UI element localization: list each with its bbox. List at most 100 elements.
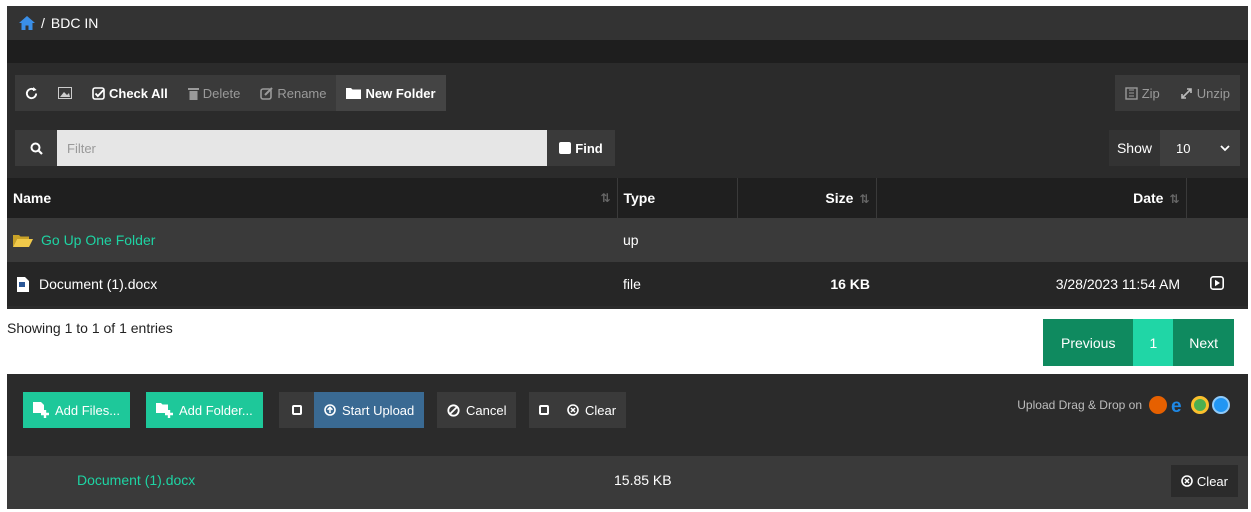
clear-upload-button[interactable]: Clear — [529, 392, 627, 428]
column-header-actions — [1186, 178, 1248, 218]
cell-type: up — [617, 218, 737, 262]
check-all-label: Check All — [109, 85, 168, 101]
find-toggle[interactable]: Find — [547, 130, 615, 166]
clear-queue-label: Clear — [1196, 473, 1228, 489]
cell-size — [737, 218, 876, 262]
zip-label: Zip — [1141, 85, 1160, 101]
sort-icon: ⇅ — [1169, 192, 1180, 206]
archive-toolbar: Zip Unzip — [1114, 75, 1240, 111]
refresh-icon — [25, 86, 38, 100]
column-header-type: Type — [617, 178, 738, 218]
check-all-button[interactable]: Check All — [82, 75, 178, 111]
unzip-button[interactable]: Unzip — [1170, 75, 1240, 111]
entries-info: Showing 1 to 1 of 1 entries — [7, 320, 173, 336]
play-icon[interactable] — [1210, 275, 1224, 290]
show-label: Show — [1108, 130, 1160, 166]
file-table: Name ⇅ Type Size ⇅ Date ⇅ Go Up One Fold… — [7, 178, 1248, 306]
word-document-icon — [17, 276, 29, 292]
column-header-name[interactable]: Name ⇅ — [7, 178, 618, 218]
file-manager-panel: Check All Delete Rename New Folder Zip U… — [7, 63, 1248, 309]
folder-icon — [346, 87, 362, 99]
cell-actions — [1186, 262, 1248, 306]
unzip-label: Unzip — [1196, 85, 1230, 101]
table-row[interactable]: Document (1).docx file 16 KB 3/28/2023 1… — [7, 262, 1248, 306]
clear-queue-item-button[interactable]: Clear — [1170, 465, 1238, 497]
toolbar: Check All Delete Rename New Folder — [15, 75, 446, 111]
next-page-button[interactable]: Next — [1173, 319, 1235, 366]
chevron-down-icon — [1220, 144, 1230, 152]
trash-icon — [187, 87, 199, 100]
thumbnail-view-button[interactable] — [48, 75, 82, 111]
add-files-button[interactable]: Add Files... — [23, 392, 131, 428]
delete-label: Delete — [202, 85, 241, 101]
internet-explorer-icon: e — [1170, 396, 1188, 414]
sort-icon: ⇅ — [600, 191, 611, 205]
delete-button[interactable]: Delete — [178, 75, 251, 111]
queued-file-size: 15.85 KB — [614, 472, 672, 488]
add-folder-label: Add Folder... — [179, 402, 253, 418]
new-folder-label: New Folder — [365, 85, 436, 101]
upload-queue-item: Document (1).docx 15.85 KB Clear — [7, 456, 1248, 509]
drag-drop-text: Upload Drag & Drop on — [1017, 398, 1142, 412]
column-header-date[interactable]: Date ⇅ — [876, 178, 1187, 218]
page-size-control: Show 10 — [1108, 130, 1240, 166]
previous-page-button[interactable]: Previous — [1043, 319, 1134, 366]
rename-label: Rename — [277, 85, 327, 101]
clear-circle-icon — [1181, 475, 1193, 487]
file-name[interactable]: Document (1).docx — [39, 276, 157, 292]
upload-circle-icon — [324, 404, 336, 416]
table-header-row: Name ⇅ Type Size ⇅ Date ⇅ — [7, 178, 1248, 218]
rename-button[interactable]: Rename — [250, 75, 336, 111]
zip-icon — [1124, 86, 1138, 100]
safari-icon — [1212, 396, 1230, 414]
find-checkbox[interactable] — [559, 142, 572, 154]
upload-select-toggle[interactable] — [279, 392, 314, 428]
page-size-select[interactable]: 10 — [1160, 130, 1240, 166]
cell-actions — [1186, 218, 1248, 262]
open-folder-icon — [13, 233, 33, 247]
cell-date: 3/28/2023 11:54 AM — [876, 262, 1186, 306]
add-folder-button[interactable]: Add Folder... — [146, 392, 263, 428]
sort-icon: ⇅ — [859, 192, 870, 206]
column-date-label: Date — [1133, 190, 1164, 206]
edit-icon — [260, 86, 274, 100]
firefox-icon — [1149, 396, 1167, 414]
drag-drop-info: Upload Drag & Drop on e — [1017, 396, 1230, 414]
chrome-icon — [1191, 396, 1209, 414]
clear-label: Clear — [585, 402, 617, 418]
cell-name[interactable]: Document (1).docx — [7, 262, 617, 306]
filter-input[interactable] — [57, 130, 547, 166]
upload-panel: Add Files... Add Folder... Start Upload … — [7, 374, 1248, 456]
spacer-bar — [7, 40, 1248, 63]
column-name-label: Name — [13, 190, 52, 206]
check-square-icon — [92, 86, 105, 100]
zip-button[interactable]: Zip — [1115, 75, 1170, 111]
svg-text:e: e — [1171, 396, 1182, 414]
cancel-label: Cancel — [466, 402, 507, 418]
home-icon[interactable] — [19, 16, 35, 30]
new-folder-button[interactable]: New Folder — [336, 75, 446, 111]
filter-row: Find — [15, 130, 615, 166]
ban-icon — [447, 403, 460, 417]
square-icon — [539, 405, 549, 415]
pagination: Previous 1 Next — [1043, 319, 1235, 366]
image-icon — [58, 87, 72, 99]
breadcrumb-separator: / — [41, 15, 45, 31]
folder-plus-icon — [156, 402, 173, 418]
go-up-link[interactable]: Go Up One Folder — [41, 232, 155, 248]
clear-circle-icon — [567, 404, 579, 416]
expand-icon — [1180, 87, 1193, 100]
page-1-button[interactable]: 1 — [1133, 319, 1174, 366]
cell-size: 16 KB — [737, 262, 876, 306]
file-plus-icon — [33, 402, 49, 418]
page-size-value: 10 — [1176, 140, 1191, 156]
table-row[interactable]: Go Up One Folder up — [7, 218, 1248, 262]
search-icon — [15, 130, 57, 166]
start-upload-button[interactable]: Start Upload — [314, 392, 425, 428]
refresh-button[interactable] — [15, 75, 48, 111]
column-type-label: Type — [623, 190, 656, 206]
cell-name[interactable]: Go Up One Folder — [7, 218, 617, 262]
queued-file-name: Document (1).docx — [77, 472, 196, 488]
cancel-upload-button[interactable]: Cancel — [437, 392, 517, 428]
column-header-size[interactable]: Size ⇅ — [737, 178, 877, 218]
